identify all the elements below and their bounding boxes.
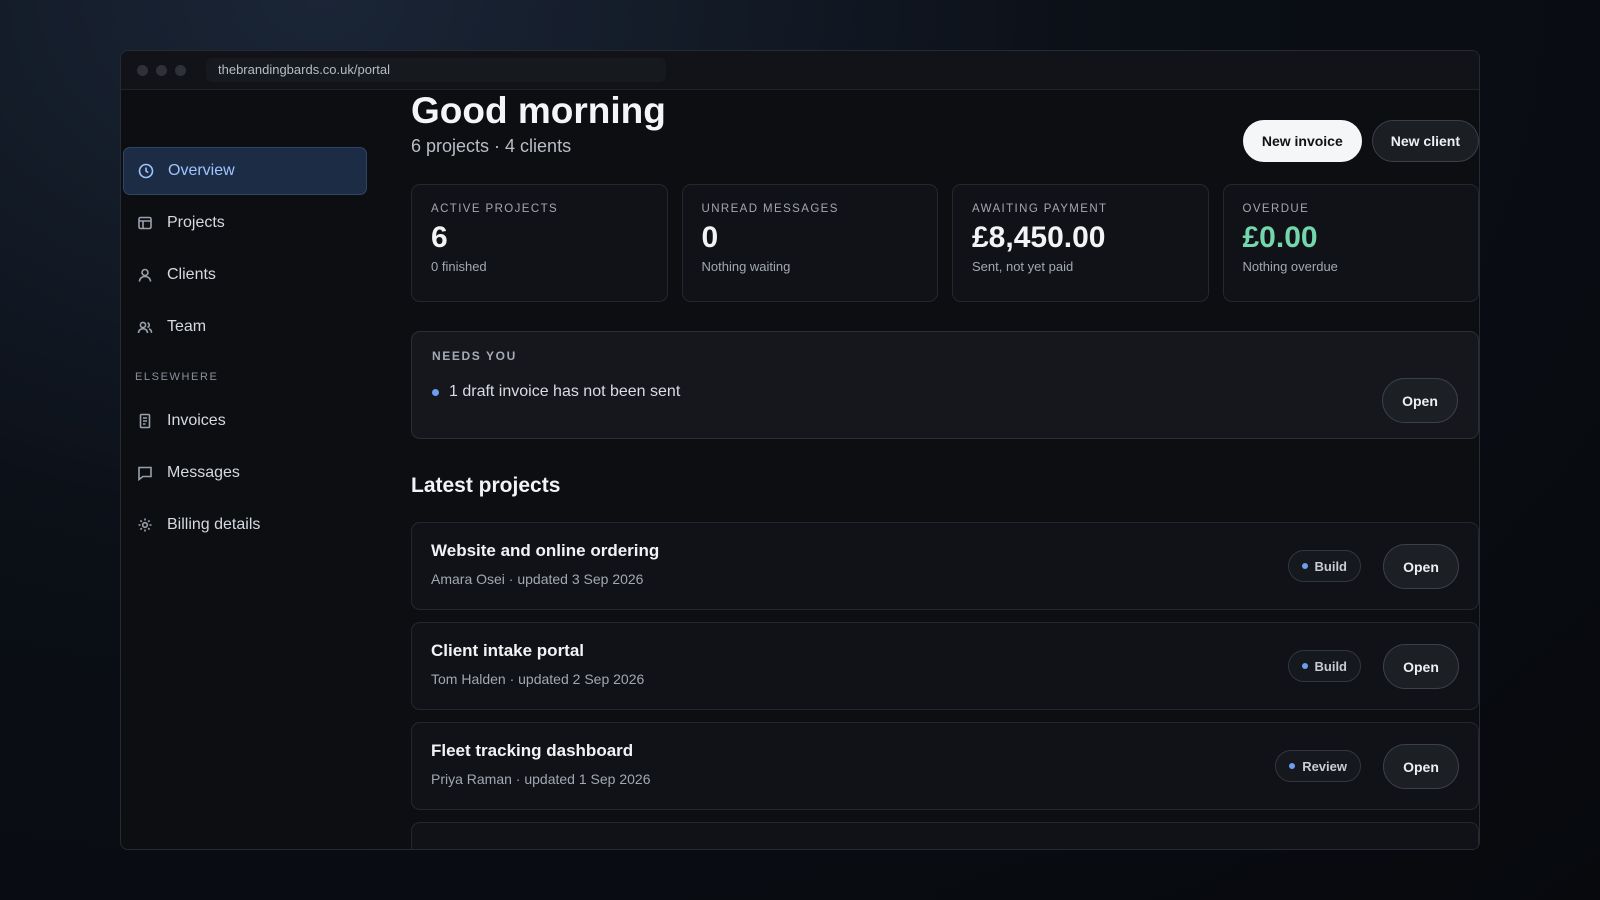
page-subtitle: 6 projects · 4 clients [411,136,572,156]
sidebar-item-messages[interactable]: Messages [123,449,367,497]
status-dot [1301,663,1308,669]
window-maximize-dot[interactable] [175,64,186,76]
status-label: Build [1314,558,1348,574]
needs-you-open-button[interactable]: Open [1382,378,1458,423]
project-open-button[interactable]: Open [1383,544,1459,589]
stat-note: Nothing overdue [1242,259,1338,274]
user-icon [138,268,152,282]
project-open-button[interactable]: Open [1383,744,1459,789]
status-label: Build [1314,658,1348,674]
stat-value: 0 [701,221,719,254]
receipt-icon [139,413,151,429]
stat-label: UNREAD MESSAGES [701,203,839,215]
gear-icon [138,518,152,532]
status-dot [1301,563,1308,569]
sidebar-item-label: Messages [167,464,240,481]
stat-label: OVERDUE [1242,203,1310,215]
sidebar-item-overview[interactable]: Overview [123,147,367,195]
sidebar-item-billing-details[interactable]: Billing details [123,501,367,549]
status-badge: Review [1275,750,1361,782]
status-dot [1289,763,1296,769]
page-title: Good morning [411,90,666,131]
stat-label: AWAITING PAYMENT [972,203,1108,215]
header-actions: New invoice New client [1242,120,1479,162]
project-row[interactable]: Website and online ordering Amara Osei ·… [411,522,1479,610]
needs-you-panel: NEEDS YOU 1 draft invoice has not been s… [411,331,1479,439]
latest-projects-title: Latest projects [411,474,561,497]
project-row[interactable]: Client intake portal Tom Halden · update… [411,622,1479,710]
stat-card-unread-messages: UNREAD MESSAGES 0 Nothing waiting [681,184,938,302]
bullet-dot [432,388,439,396]
needs-you-item-text: 1 draft invoice has not been sent [449,383,681,400]
sidebar-section-label: ELSEWHERE [135,371,219,383]
window-minimize-dot[interactable] [156,64,167,76]
sidebar-item-projects[interactable]: Projects [123,199,367,247]
stat-card-active-projects: ACTIVE PROJECTS 6 0 finished [411,184,668,302]
project-row-partial[interactable] [411,822,1479,849]
window-close-dot[interactable] [137,64,148,76]
stat-card-awaiting-payment: AWAITING PAYMENT £8,450.00 Sent, not yet… [952,184,1209,302]
sidebar-item-label: Invoices [167,412,226,429]
needs-you-item: 1 draft invoice has not been sent [432,383,1458,401]
clock-icon [138,163,154,179]
address-bar[interactable]: thebrandingbards.co.uk/portal [206,58,666,82]
status-label: Review [1302,758,1347,774]
project-row[interactable]: Fleet tracking dashboard Priya Raman · u… [411,722,1479,810]
stats-row: ACTIVE PROJECTS 6 0 finished UNREAD MESS… [411,184,1479,302]
sidebar-item-label: Billing details [167,516,261,533]
new-client-button[interactable]: New client [1371,120,1479,162]
browser-window: thebrandingbards.co.uk/portal Overview P… [120,50,1480,850]
stat-value: £0.00 [1242,221,1318,254]
sidebar: Overview Projects Clients Team ELSEWHERE… [121,90,369,849]
stat-value: 6 [431,221,448,254]
chat-icon [138,466,152,481]
stat-label: ACTIVE PROJECTS [431,203,559,215]
stat-note: Sent, not yet paid [972,259,1074,274]
sidebar-item-invoices[interactable]: Invoices [123,397,367,445]
needs-you-label: NEEDS YOU [432,349,517,363]
stat-value: £8,450.00 [972,221,1106,254]
browser-titlebar: thebrandingbards.co.uk/portal [121,51,1479,90]
stat-note: Nothing waiting [701,259,791,274]
sidebar-item-team[interactable]: Team [123,303,367,351]
layout-icon [138,216,152,230]
stat-card-overdue: OVERDUE £0.00 Nothing overdue [1222,184,1479,302]
status-badge: Build [1287,550,1361,582]
sidebar-item-label: Projects [167,214,225,231]
project-list: Website and online ordering Amara Osei ·… [411,522,1479,849]
sidebar-item-label: Overview [168,162,235,179]
users-icon [137,321,153,334]
sidebar-item-label: Team [167,318,207,335]
sidebar-item-label: Clients [167,266,216,283]
stat-note: 0 finished [431,259,487,274]
main-content: Good morning 6 projects · 4 clients New … [411,90,1479,849]
status-badge: Build [1287,650,1361,682]
sidebar-item-clients[interactable]: Clients [123,251,367,299]
project-open-button[interactable]: Open [1383,644,1459,689]
new-invoice-button[interactable]: New invoice [1242,120,1362,162]
